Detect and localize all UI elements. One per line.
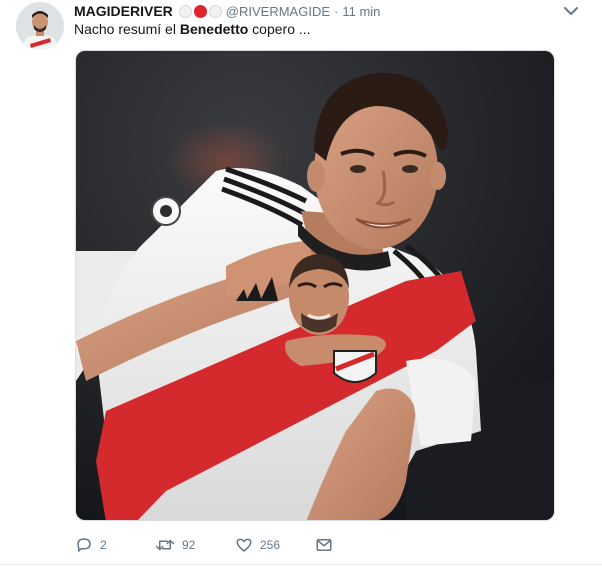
tweet-text-part1: Nacho resumí el: [74, 21, 180, 37]
tweet-card[interactable]: MAGIDERIVER @RIVERMAGIDE · 11 min Nacho …: [0, 0, 602, 566]
white-circle-emoji: [178, 4, 192, 18]
heart-icon: [235, 536, 253, 554]
avatar[interactable]: [16, 2, 64, 50]
like-button[interactable]: 256: [235, 536, 315, 554]
display-name[interactable]: MAGIDERIVER: [74, 3, 173, 19]
like-count: 256: [260, 538, 281, 552]
direct-message-button[interactable]: [315, 537, 345, 553]
tweet-media-image[interactable]: [75, 50, 555, 521]
tweet-text-part2: copero ...: [248, 21, 311, 37]
player-photo: [76, 51, 554, 520]
tweet-text-bold: Benedetto: [179, 21, 249, 37]
tweet-actions: 2 92 256: [75, 535, 345, 555]
separator-dot: ·: [334, 3, 339, 19]
retweet-count: 92: [182, 538, 196, 552]
tweet-header: MAGIDERIVER @RIVERMAGIDE · 11 min: [74, 2, 380, 20]
user-handle[interactable]: @RIVERMAGIDE: [226, 4, 330, 19]
reply-icon: [75, 536, 93, 554]
divider: [0, 564, 602, 565]
tweet-text: Nacho resumí el Benedetto copero ...: [74, 21, 311, 37]
reply-button[interactable]: 2: [75, 536, 155, 554]
reply-count: 2: [100, 538, 107, 552]
avatar-image: [16, 2, 64, 50]
emoji-badges: [178, 4, 222, 18]
timestamp[interactable]: 11 min: [342, 4, 380, 19]
chevron-down-icon[interactable]: [562, 4, 580, 18]
white-circle-emoji: [208, 4, 222, 18]
retweet-button[interactable]: 92: [155, 536, 235, 554]
envelope-icon: [315, 537, 333, 553]
retweet-icon: [155, 536, 175, 554]
red-circle-emoji: [193, 4, 207, 18]
